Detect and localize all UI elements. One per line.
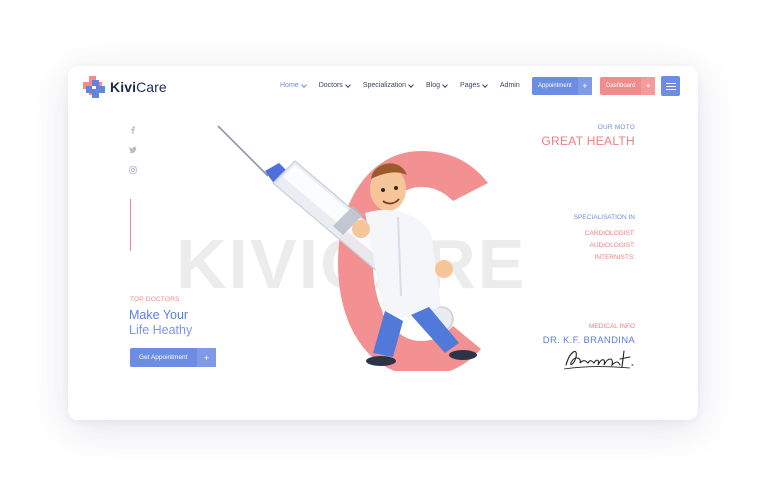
nav-item-blog[interactable]: Blog	[426, 81, 448, 89]
specialisation-item: INTERNISTS:	[594, 254, 635, 261]
appointment-button[interactable]: Appointment +	[532, 77, 592, 95]
chevron-down-icon	[408, 81, 414, 88]
hero-headline: Make Your Life Heathy	[129, 308, 192, 338]
nav-item-pages[interactable]: Pages	[460, 81, 488, 89]
twitter-icon[interactable]	[129, 146, 137, 154]
website-preview-card: KiviCare Home Doctors Specialization Blo…	[68, 66, 698, 420]
nav-item-specialization[interactable]: Specialization	[363, 81, 414, 89]
decorative-vertical-line	[130, 199, 131, 251]
facebook-icon[interactable]	[129, 126, 137, 134]
get-appointment-label: Get Appointment	[139, 354, 188, 361]
moto-label: OUR MOTO	[597, 124, 635, 131]
doctor-signature	[563, 350, 634, 370]
brand-name: KiviCare	[110, 79, 167, 95]
plus-icon: +	[641, 77, 655, 95]
specialisation-item: AUDIOLOGIST:	[589, 242, 635, 249]
dashboard-button-label: Dashboard	[606, 83, 636, 89]
chevron-down-icon	[482, 81, 488, 88]
medical-info-label: MEDICAL INFO	[589, 323, 635, 330]
moto-title: GREAT HEALTH	[541, 134, 635, 148]
doctor-syringe-illustration	[217, 125, 488, 371]
specialisation-item: CARDIOLOGIST:	[584, 230, 635, 237]
chevron-down-icon	[442, 81, 448, 88]
main-nav: Home Doctors Specialization Blog Pages A…	[280, 81, 520, 89]
appointment-button-label: Appointment	[538, 83, 572, 89]
nav-item-doctors[interactable]: Doctors	[319, 81, 351, 89]
medical-cross-icon	[82, 75, 106, 99]
hero-headline-line1: Make Your	[129, 308, 189, 322]
nav-item-admin[interactable]: Admin	[500, 82, 520, 89]
specialisation-label: SPECIALISATION IN	[573, 214, 635, 221]
plus-icon: +	[197, 348, 216, 367]
chevron-down-icon	[344, 81, 351, 88]
chevron-down-icon	[300, 81, 307, 88]
nav-item-home[interactable]: Home	[280, 81, 307, 89]
logo[interactable]: KiviCare	[82, 75, 167, 99]
page: KiviCare Home Doctors Specialization Blo…	[0, 0, 776, 501]
hero-headline-line2: Life Heathy	[129, 323, 193, 337]
dashboard-button[interactable]: Dashboard +	[600, 77, 655, 95]
top-doctors-label: TOP DOCTORS	[130, 296, 180, 303]
instagram-icon[interactable]	[129, 166, 137, 174]
hamburger-menu-icon[interactable]	[661, 76, 680, 96]
plus-icon: +	[577, 77, 592, 95]
social-links	[129, 126, 137, 174]
get-appointment-button[interactable]: Get Appointment +	[130, 348, 216, 367]
